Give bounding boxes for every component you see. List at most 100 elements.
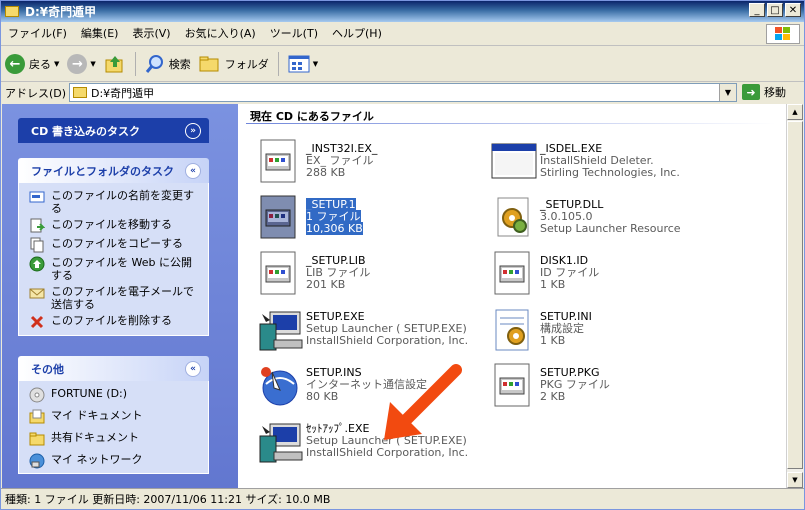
file-list-pane: 現在 CD にあるファイル _INST32I.EX_ EX_ ファイル 288 … [238, 104, 786, 488]
setup-computer-icon [256, 306, 304, 354]
scroll-up-button[interactable]: ▲ [787, 104, 803, 120]
search-label: 検索 [168, 58, 191, 71]
menu-favorites[interactable]: お気に入り(A) [178, 23, 263, 45]
app-window-icon [490, 138, 538, 186]
cd-drive-icon [29, 387, 45, 403]
other-places-title: その他 [31, 362, 64, 376]
task-email[interactable]: このファイルを電子メールで送信する [29, 285, 200, 311]
file-info: 2 KB [540, 390, 566, 403]
menu-help[interactable]: ヘルプ(H) [325, 23, 389, 45]
vertical-scrollbar[interactable]: ▲ ▼ [786, 104, 804, 488]
task-rename[interactable]: このファイルの名前を変更する [29, 189, 200, 215]
folders-label: フォルダ [224, 58, 269, 71]
address-bar: アドレス(D) D:¥奇門遁甲 ▼ ➜ 移動 [1, 82, 804, 104]
file-item-setup-lib[interactable]: _SETUP.LIB LIB ファイル 201 KB [256, 250, 370, 298]
views-grid-icon [288, 55, 310, 73]
place-label: 共有ドキュメント [51, 431, 139, 444]
generic-file-icon [490, 362, 538, 410]
email-icon [29, 285, 45, 301]
task-label: このファイルの名前を変更する [51, 189, 194, 215]
search-button[interactable]: 検索 [141, 50, 195, 78]
explorer-window: D:¥奇門遁甲 _ □ ✕ ファイル(F) 編集(E) 表示(V) お気に入り(… [0, 0, 805, 510]
file-tasks-title: ファイルとフォルダのタスク [31, 164, 174, 178]
go-button[interactable]: ➜ 移動 [742, 84, 786, 100]
file-info: InstallShield Corporation, Inc. [306, 334, 469, 347]
forward-button[interactable]: → ▼ [63, 50, 99, 78]
back-arrow-icon: ← [5, 54, 25, 74]
cd-tasks-header[interactable]: CD 書き込みのタスク » [18, 118, 209, 143]
header-divider [246, 123, 776, 124]
folders-button[interactable]: フォルダ [195, 50, 273, 78]
cd-tasks-title: CD 書き込みのタスク [31, 124, 141, 138]
other-places-panel: その他 « FORTUNE (D:) マイ ドキュメント 共有ドキュメント マイ… [18, 356, 209, 474]
chevron-down-icon[interactable]: ▼ [90, 60, 95, 68]
file-info: 1 KB [540, 278, 566, 291]
generic-file-icon [256, 250, 304, 298]
place-my-documents[interactable]: マイ ドキュメント [29, 409, 200, 425]
file-item-setup1[interactable]: _SETUP.1 1 ファイル 10,306 KB [256, 194, 363, 242]
up-folder-button[interactable] [100, 50, 130, 78]
collapse-chevron-icon[interactable]: « [185, 162, 201, 179]
menu-file[interactable]: ファイル(F) [1, 23, 74, 45]
collapse-chevron-icon[interactable]: « [185, 360, 201, 377]
task-move[interactable]: このファイルを移動する [29, 218, 200, 234]
generic-file-icon [256, 194, 304, 242]
close-button[interactable]: ✕ [785, 3, 801, 17]
generic-file-icon [256, 138, 304, 186]
file-info: 288 KB [306, 166, 346, 179]
file-info: 1 KB [540, 334, 566, 347]
chevron-down-icon[interactable]: ▼ [54, 60, 59, 68]
search-icon [145, 55, 163, 73]
expand-chevron-icon[interactable]: » [185, 122, 201, 139]
task-publish-web[interactable]: このファイルを Web に公開する [29, 256, 200, 282]
title-bar[interactable]: D:¥奇門遁甲 _ □ ✕ [1, 1, 804, 22]
minimize-button[interactable]: _ [749, 3, 765, 17]
views-button[interactable]: ▼ [284, 50, 322, 78]
file-item-isdel[interactable]: _ISDEL.EXE InstallShield Deleter. Stirli… [490, 138, 680, 186]
status-bar: 種類: 1 ファイル 更新日時: 2007/11/06 11:21 サイズ: 1… [1, 488, 804, 509]
shared-folder-icon [29, 431, 45, 447]
file-info: Stirling Technologies, Inc. [540, 166, 680, 179]
file-info: InstallShield Corporation, Inc. [306, 446, 469, 459]
file-tasks-panel: ファイルとフォルダのタスク « このファイルの名前を変更する このファイルを移動… [18, 158, 209, 336]
network-icon [29, 453, 45, 469]
chevron-down-icon[interactable]: ▼ [313, 60, 318, 68]
maximize-button[interactable]: □ [767, 3, 783, 17]
other-places-header[interactable]: その他 « [18, 356, 209, 381]
menu-bar: ファイル(F) 編集(E) 表示(V) お気に入り(A) ツール(T) ヘルプ(… [1, 23, 804, 46]
address-dropdown-button[interactable]: ▼ [719, 84, 736, 101]
ini-gear-icon [490, 306, 538, 354]
place-cd-drive[interactable]: FORTUNE (D:) [29, 387, 200, 403]
task-copy[interactable]: このファイルをコピーする [29, 237, 200, 253]
folders-icon [199, 56, 219, 72]
file-info: 10,306 KB [306, 222, 363, 235]
task-pane: CD 書き込みのタスク » ファイルとフォルダのタスク « このファイルの名前を… [2, 104, 238, 488]
task-label: このファイルをコピーする [51, 237, 183, 250]
file-item-inst32i[interactable]: _INST32I.EX_ EX_ ファイル 288 KB [256, 138, 377, 186]
menu-edit[interactable]: 編集(E) [74, 23, 126, 45]
address-input[interactable]: D:¥奇門遁甲 ▼ [69, 83, 737, 102]
place-my-network[interactable]: マイ ネットワーク [29, 453, 200, 469]
generic-file-icon [490, 250, 538, 298]
file-item-disk1-id[interactable]: DISK1.ID ID ファイル 1 KB [490, 250, 599, 298]
file-info: 201 KB [306, 278, 346, 291]
scroll-down-button[interactable]: ▼ [787, 472, 803, 488]
file-item-setup-dll[interactable]: _SETUP.DLL 3.0.105.0 Setup Launcher Reso… [490, 194, 681, 242]
task-delete[interactable]: このファイルを削除する [29, 314, 200, 330]
menu-tools[interactable]: ツール(T) [263, 23, 325, 45]
place-shared-documents[interactable]: 共有ドキュメント [29, 431, 200, 447]
address-value: D:¥奇門遁甲 [91, 86, 155, 100]
move-icon [29, 218, 45, 234]
place-label: マイ ネットワーク [51, 453, 143, 466]
file-item-setup-pkg[interactable]: SETUP.PKG PKG ファイル 2 KB [490, 362, 610, 410]
file-item-setup-ini[interactable]: SETUP.INI 構成設定 1 KB [490, 306, 592, 354]
back-button[interactable]: ← 戻る ▼ [1, 50, 63, 78]
menu-view[interactable]: 表示(V) [125, 23, 177, 45]
go-label: 移動 [764, 86, 786, 99]
file-tasks-header[interactable]: ファイルとフォルダのタスク « [18, 158, 209, 183]
internet-settings-icon [256, 362, 304, 410]
folder-icon [5, 6, 19, 17]
scroll-thumb[interactable] [787, 121, 803, 469]
go-arrow-icon: ➜ [742, 84, 760, 100]
file-item-setup-exe[interactable]: SETUP.EXE Setup Launcher ( SETUP.EXE) In… [256, 306, 468, 354]
